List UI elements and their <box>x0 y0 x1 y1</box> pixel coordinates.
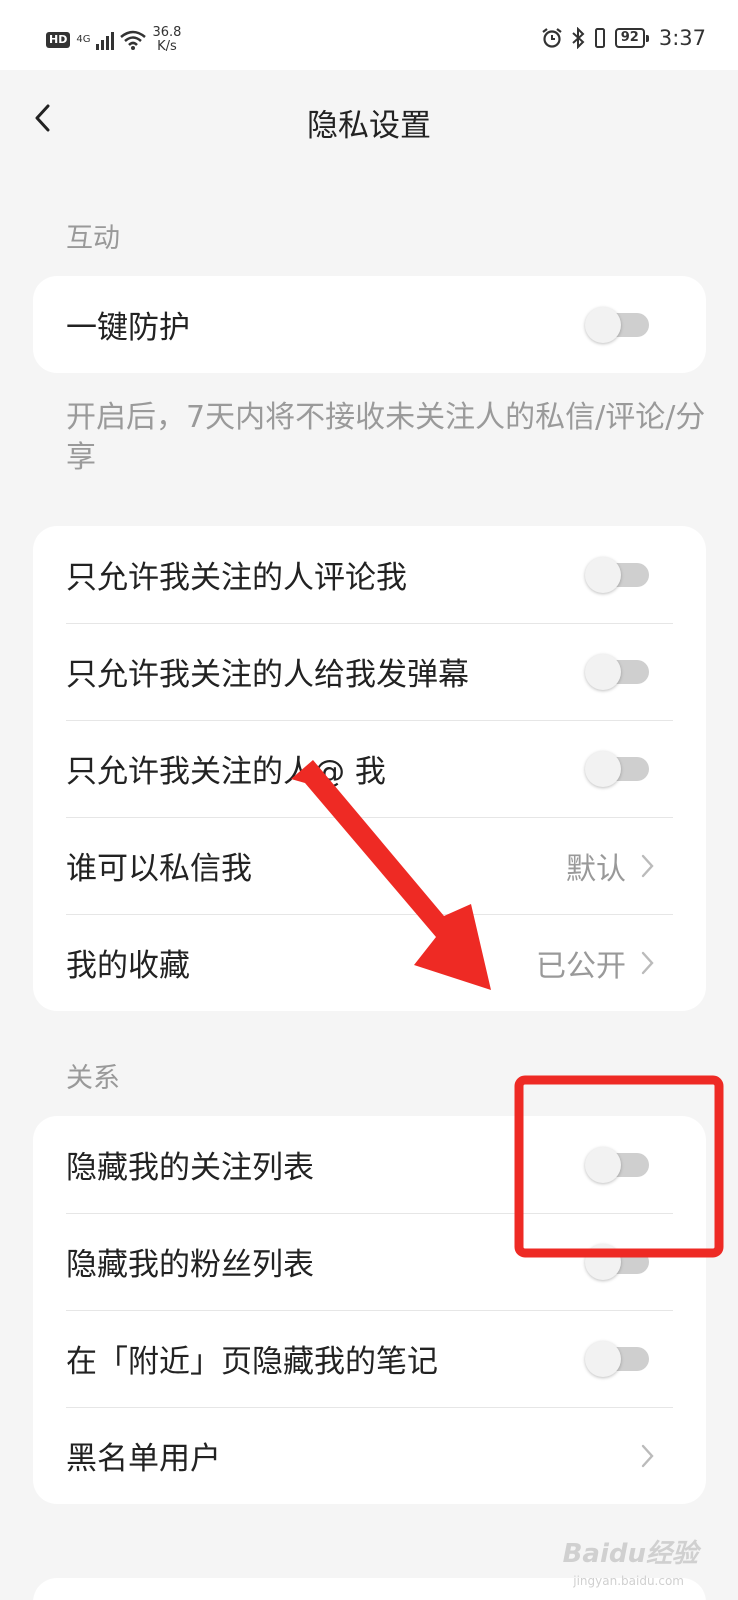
setting-row-hide-following-list[interactable]: 隐藏我的关注列表 <box>33 1116 706 1213</box>
wifi-icon <box>120 30 147 50</box>
setting-row-hide-nearby-notes[interactable]: 在「附近」页隐藏我的笔记 <box>33 1310 706 1407</box>
one-key-protection-toggle[interactable] <box>585 306 651 343</box>
section-label-interaction: 互动 <box>66 223 120 254</box>
hd-badge: HD <box>46 32 71 48</box>
network-type: 4G <box>76 34 91 45</box>
alarm-icon <box>542 28 562 48</box>
status-left: HD 4G 36.8 K/s <box>46 26 181 54</box>
setting-label: 我的收藏 <box>66 948 190 984</box>
setting-row-who-can-message[interactable]: 谁可以私信我 默认 <box>33 817 706 914</box>
status-right: 92 3:37 <box>541 26 706 50</box>
vibrate-icon <box>594 28 605 48</box>
toggle-knob <box>585 556 621 593</box>
comment-followed-only-toggle[interactable] <box>585 556 651 593</box>
setting-row-comment-followed-only[interactable]: 只允许我关注的人评论我 <box>33 526 706 623</box>
one-key-protection-row[interactable]: 一键防护 <box>33 276 706 373</box>
hide-following-list-toggle[interactable] <box>585 1146 651 1183</box>
setting-row-my-favorites[interactable]: 我的收藏 已公开 <box>33 914 706 1011</box>
setting-label: 黑名单用户 <box>66 1441 221 1477</box>
chevron-right-icon <box>641 1444 654 1467</box>
navigation-header: 隐私设置 <box>0 70 738 166</box>
setting-value: 默认 <box>566 851 626 887</box>
bluetooth-icon <box>572 27 585 49</box>
signal-icon <box>96 30 115 50</box>
setting-value: 已公开 <box>536 948 626 984</box>
setting-label: 隐藏我的关注列表 <box>66 1150 314 1186</box>
setting-row-mention-followed-only[interactable]: 只允许我关注的人@ 我 <box>33 720 706 817</box>
toggle-knob <box>585 750 621 787</box>
speed-value: 36.8 <box>152 25 182 40</box>
battery-indicator: 92 <box>614 28 649 48</box>
relations-settings-card: 隐藏我的关注列表 隐藏我的粉丝列表 在「附近」页隐藏我的笔记 黑名单用户 <box>33 1116 706 1504</box>
chevron-right-icon <box>641 951 654 974</box>
clock: 3:37 <box>658 26 706 50</box>
toggle-knob <box>585 1146 621 1183</box>
mention-followed-only-toggle[interactable] <box>585 750 651 787</box>
danmaku-followed-only-toggle[interactable] <box>585 653 651 690</box>
setting-label: 谁可以私信我 <box>66 851 252 887</box>
setting-row-hide-fans-list[interactable]: 隐藏我的粉丝列表 <box>33 1213 706 1310</box>
setting-label: 隐藏我的粉丝列表 <box>66 1247 314 1283</box>
toggle-knob <box>585 1243 621 1280</box>
setting-row-danmaku-followed-only[interactable]: 只允许我关注的人给我发弹幕 <box>33 623 706 720</box>
setting-label: 在「附近」页隐藏我的笔记 <box>66 1344 438 1380</box>
hide-nearby-notes-toggle[interactable] <box>585 1340 651 1377</box>
speed-unit: K/s <box>157 39 177 54</box>
baidu-watermark: Baidu经验 <box>562 1539 698 1569</box>
one-key-protection-card: 一键防护 <box>33 276 706 373</box>
section-label-relations: 关系 <box>66 1063 120 1094</box>
setting-row-blacklist[interactable]: 黑名单用户 <box>33 1407 706 1504</box>
status-bar: HD 4G 36.8 K/s 92 3:37 <box>0 0 738 70</box>
toggle-knob <box>585 1340 621 1377</box>
page-title: 隐私设置 <box>307 108 431 144</box>
setting-label: 只允许我关注的人@ 我 <box>66 754 386 790</box>
toggle-knob <box>585 653 621 690</box>
baidu-watermark-url: jingyan.baidu.com <box>573 1574 684 1588</box>
network-speed: 36.8 K/s <box>152 26 181 54</box>
one-key-protection-label: 一键防护 <box>66 310 190 346</box>
setting-label: 只允许我关注的人评论我 <box>66 560 407 596</box>
interaction-settings-card: 只允许我关注的人评论我 只允许我关注的人给我发弹幕 只允许我关注的人@ 我 谁可… <box>33 526 706 1011</box>
chevron-right-icon <box>641 854 654 877</box>
setting-label: 只允许我关注的人给我发弹幕 <box>66 657 469 693</box>
hide-fans-list-toggle[interactable] <box>585 1243 651 1280</box>
toggle-knob <box>585 306 621 343</box>
one-key-protection-hint: 开启后，7天内将不接收未关注人的私信/评论/分享 <box>66 400 706 475</box>
